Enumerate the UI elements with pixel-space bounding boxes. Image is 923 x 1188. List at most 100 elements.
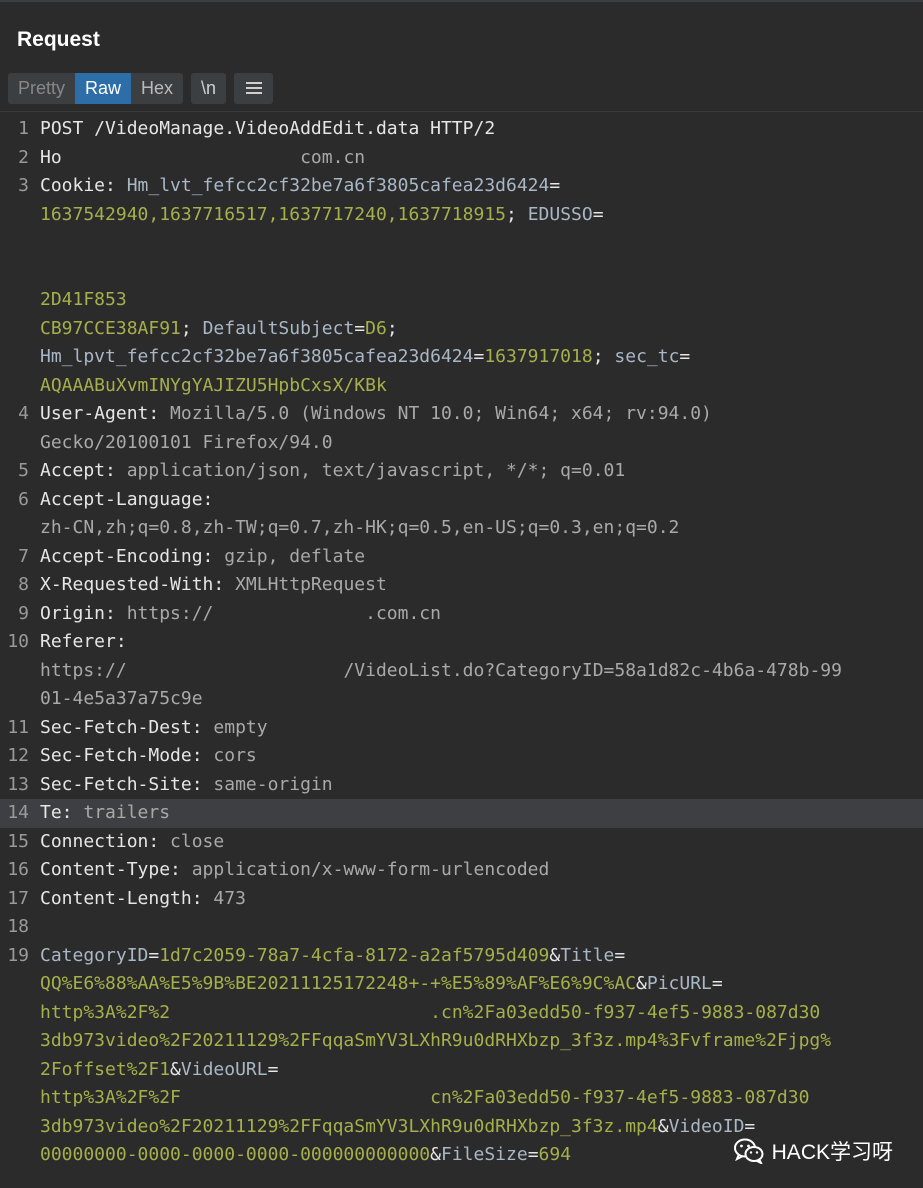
code-token: same-origin bbox=[213, 773, 333, 795]
line-content: zh-CN,zh;q=0.8,zh-TW;q=0.7,zh-HK;q=0.5,e… bbox=[40, 514, 679, 543]
code-token: zh-CN,zh;q=0.8,zh-TW;q=0.7,zh-HK;q=0.5,e… bbox=[40, 517, 680, 538]
editor-line[interactable]: 16 Content-Type: application/x-www-form-u… bbox=[0, 856, 923, 885]
line-content: Te: trailers bbox=[40, 799, 170, 828]
editor-line[interactable]: 12 Sec-Fetch-Mode: cors bbox=[0, 742, 923, 771]
tab-hex[interactable]: Hex bbox=[131, 73, 183, 104]
editor-line[interactable]: Hm_lpvt_fefcc2cf32be7a6f3805cafea23d6424… bbox=[0, 343, 923, 372]
code-token: = bbox=[527, 1144, 539, 1165]
editor-line[interactable] bbox=[0, 229, 923, 258]
line-number: 12 bbox=[7, 745, 29, 766]
code-token: 3db973video%2F20211129%2FFqqaSmYV3LXhR9u… bbox=[40, 1030, 832, 1051]
editor-line[interactable]: 8 X-Requested-With: XMLHttpRequest bbox=[0, 571, 923, 600]
editor-line[interactable]: 7 Accept-Encoding: gzip, deflate bbox=[0, 543, 923, 572]
editor-line[interactable]: http%3A%2F%2 .cn%2Fa03edd50-f937-4ef5-98… bbox=[0, 999, 923, 1028]
line-content: 2D41F853 bbox=[40, 286, 127, 315]
view-toolbar: Pretty Raw Hex \n bbox=[8, 72, 274, 104]
code-token: AQAAABuXvmINYgYAJIZU5HpbCxsX/KBk bbox=[40, 374, 387, 396]
code-token: EDUSSO bbox=[527, 203, 593, 225]
code-token: Content-Type: bbox=[40, 859, 192, 880]
line-content: Gecko/20100101 Firefox/94.0 bbox=[40, 429, 333, 458]
editor-line[interactable]: 17 Content-Length: 473 bbox=[0, 885, 923, 914]
code-token: CategoryID bbox=[40, 944, 149, 966]
code-token: User-Agent: bbox=[40, 403, 171, 424]
toolbar-divider bbox=[0, 111, 923, 112]
editor-line[interactable]: AQAAABuXvmINYgYAJIZU5HpbCxsX/KBk bbox=[0, 372, 923, 401]
editor-line[interactable]: 15 Connection: close bbox=[0, 828, 923, 857]
editor-line[interactable]: 10 Referer: bbox=[0, 628, 923, 657]
line-content: Hm_lpvt_fefcc2cf32be7a6f3805cafea23d6424… bbox=[40, 343, 690, 372]
code-token: = bbox=[679, 346, 691, 367]
code-token: Accept-Language: bbox=[40, 488, 225, 510]
editor-line[interactable]: zh-CN,zh;q=0.8,zh-TW;q=0.7,zh-HK;q=0.5,e… bbox=[0, 514, 923, 543]
watermark-text: HACK学习呀 bbox=[771, 1141, 893, 1164]
line-number: 17 bbox=[7, 887, 29, 909]
editor-line[interactable]: 9 Origin: https:// .com.cn bbox=[0, 600, 923, 629]
line-content: Content-Length: 473 bbox=[40, 885, 246, 914]
code-token: D6 bbox=[365, 317, 387, 339]
editor-line[interactable]: Gecko/20100101 Firefox/94.0 bbox=[0, 429, 923, 458]
code-token: 1637917018 bbox=[484, 346, 593, 367]
line-content: Accept: application/json, text/javascrip… bbox=[40, 457, 625, 486]
line-content: Ho com.cn bbox=[40, 144, 365, 173]
code-token: cors bbox=[213, 745, 257, 766]
code-token: X-Requested-With: bbox=[40, 574, 236, 595]
editor-line[interactable]: https:// /VideoList.do?CategoryID=58a1d8… bbox=[0, 657, 923, 686]
editor-line[interactable]: 19 CategoryID=1d7c2059-78a7-4cfa-8172-a2a… bbox=[0, 942, 923, 971]
code-token: DefaultSubject bbox=[202, 317, 355, 339]
editor-line[interactable]: 1 POST /VideoManage.VideoAddEdit.data HTT… bbox=[0, 115, 923, 144]
editor-line[interactable]: 11 Sec-Fetch-Dest: empty bbox=[0, 714, 923, 743]
view-mode-tabs: Pretty Raw Hex bbox=[8, 72, 184, 104]
code-token: http%3A%2F%2F bbox=[40, 1087, 181, 1108]
code-token: PicURL bbox=[646, 973, 712, 994]
code-token: FileSize bbox=[440, 1144, 528, 1165]
editor-line[interactable]: 2D41F853 bbox=[0, 286, 923, 315]
raw-request-editor[interactable]: 1 POST /VideoManage.VideoAddEdit.data HTT… bbox=[0, 115, 923, 1188]
editor-line[interactable]: 1637542940,1637716517,1637717240,1637718… bbox=[0, 201, 923, 230]
show-newlines-button[interactable]: \n bbox=[191, 72, 227, 104]
code-token: ; bbox=[386, 317, 398, 339]
editor-line[interactable]: 2Foffset%2F1&VideoURL= bbox=[0, 1056, 923, 1085]
line-number: 19 bbox=[7, 944, 29, 966]
code-token: Referer: bbox=[40, 631, 138, 652]
code-token: Mozilla/5.0 (Windows NT 10.0; Win64; x64… bbox=[170, 403, 712, 424]
editor-line[interactable]: 2 Ho com.cn bbox=[0, 144, 923, 173]
editor-line[interactable]: 13 Sec-Fetch-Site: same-origin bbox=[0, 771, 923, 800]
code-token: & bbox=[170, 1058, 181, 1080]
editor-line[interactable]: http%3A%2F%2F cn%2Fa03edd50-f937-4ef5-98… bbox=[0, 1084, 923, 1113]
code-token: Accept-Encoding: bbox=[40, 545, 225, 567]
tab-raw[interactable]: Raw bbox=[75, 72, 132, 104]
code-token: Origin: bbox=[40, 602, 127, 624]
wechat-icon bbox=[733, 1138, 764, 1164]
panel-title: Request bbox=[17, 28, 100, 51]
editor-line[interactable]: 5 Accept: application/json, text/javascri… bbox=[0, 457, 923, 486]
editor-line[interactable]: 4 User-Agent: Mozilla/5.0 (Windows NT 10.… bbox=[0, 400, 923, 429]
editor-line[interactable]: 3 Cookie: Hm_lvt_fefcc2cf32be7a6f3805cafe… bbox=[0, 172, 923, 201]
editor-line[interactable]: 14 Te: trailers bbox=[0, 799, 923, 828]
options-menu-button[interactable] bbox=[234, 72, 274, 104]
line-content: Sec-Fetch-Mode: cors bbox=[40, 742, 257, 771]
top-border bbox=[0, 0, 923, 2]
line-number: 10 bbox=[7, 631, 29, 652]
line-content: Accept-Encoding: gzip, deflate bbox=[40, 543, 365, 572]
code-token: = bbox=[549, 175, 561, 196]
line-content: QQ%E6%88%AA%E5%9B%BE20211125172248+-+%E5… bbox=[40, 970, 723, 999]
code-token: Cookie: bbox=[40, 175, 127, 196]
editor-line[interactable]: QQ%E6%88%AA%E5%9B%BE20211125172248+-+%E5… bbox=[0, 970, 923, 999]
line-content: Referer: bbox=[40, 628, 138, 657]
line-number: 13 bbox=[7, 773, 29, 795]
editor-line[interactable]: CB97CCE38AF91; DefaultSubject=D6; bbox=[0, 315, 923, 344]
code-token: POST /VideoManage.VideoAddEdit.data HTTP… bbox=[40, 118, 496, 139]
code-token: 1637542940,1637716517,1637717240,1637718… bbox=[40, 203, 506, 225]
editor-line[interactable]: 3db973video%2F20211129%2FFqqaSmYV3LXhR9u… bbox=[0, 1027, 923, 1056]
editor-line[interactable]: 18 bbox=[0, 913, 923, 942]
tab-pretty[interactable]: Pretty bbox=[8, 73, 75, 104]
line-content: Cookie: Hm_lvt_fefcc2cf32be7a6f3805cafea… bbox=[40, 172, 560, 201]
code-token: 694 bbox=[538, 1144, 572, 1165]
editor-line[interactable]: 01-4e5a37a75c9e bbox=[0, 685, 923, 714]
code-token: VideoURL bbox=[180, 1058, 268, 1080]
editor-line[interactable]: 6 Accept-Language: bbox=[0, 486, 923, 515]
code-token: VideoID bbox=[668, 1115, 745, 1137]
editor-line[interactable] bbox=[0, 258, 923, 287]
